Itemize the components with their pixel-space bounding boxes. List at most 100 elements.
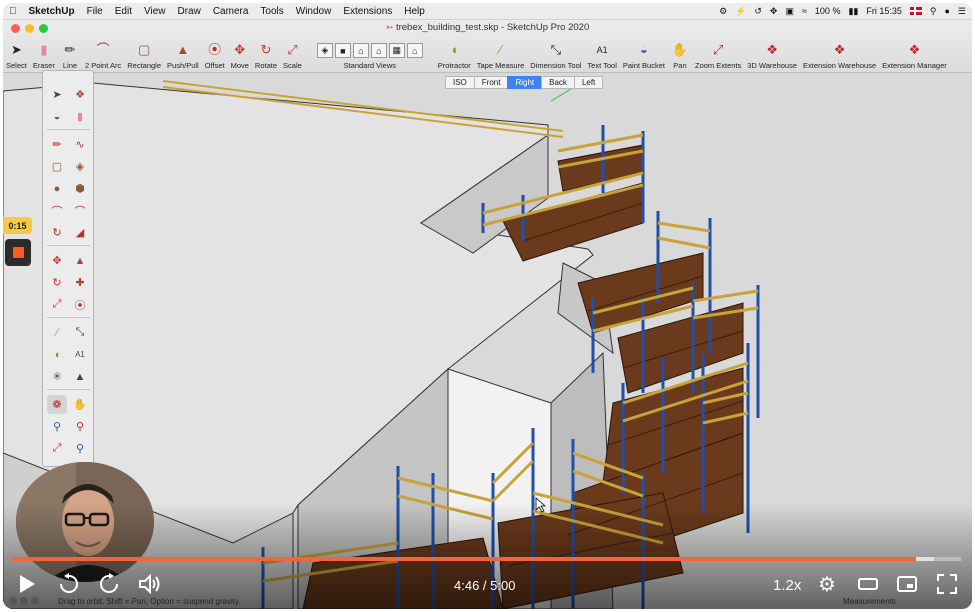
tab-iso[interactable]: ISO	[445, 76, 475, 89]
view-front-icon[interactable]: ⌂	[352, 43, 369, 58]
rotated-rectangle-icon[interactable]: ◈	[70, 157, 90, 176]
tab-front[interactable]: Front	[473, 76, 509, 89]
rotate-icon[interactable]: ↻	[47, 273, 67, 292]
tool-paint-bucket[interactable]: ◒ Paint Bucket	[620, 38, 668, 70]
view-back-icon[interactable]: ▦	[388, 43, 405, 58]
polygon-icon[interactable]: ⬢	[70, 179, 90, 198]
tab-right[interactable]: Right	[507, 76, 543, 89]
tool-push-pull[interactable]: ▲ Push/Pull	[164, 38, 202, 70]
search-icon[interactable]: ⚲	[930, 6, 937, 17]
forward-5-button[interactable]	[96, 571, 122, 597]
volume-button[interactable]	[137, 571, 163, 597]
protractor-icon[interactable]: ◖	[47, 345, 67, 364]
push-pull-icon[interactable]: ▲	[70, 251, 90, 270]
three-point-arc-icon[interactable]: ↻	[47, 223, 67, 242]
dimension-icon[interactable]: ⤡	[70, 323, 90, 342]
paint-bucket-icon[interactable]: ◒	[47, 107, 67, 126]
tool-select[interactable]: ➤ Select	[3, 38, 30, 70]
select-icon[interactable]: ➤	[47, 85, 67, 104]
offset-icon[interactable]: ⦿	[70, 295, 90, 314]
tool-extension-warehouse[interactable]: ❖ Extension Warehouse	[800, 38, 879, 70]
menu-help[interactable]: Help	[398, 6, 431, 17]
tool-palette[interactable]: ➤ ❖ ◒ ▮ ✏ ∿ ▢ ◈ ● ⬢ ⌒ ⌒ ↻ ◢ ✥ ▲ ↻ ✚ ⤢ ⦿ …	[42, 70, 94, 467]
tab-back[interactable]: Back	[541, 76, 575, 89]
view-right-icon[interactable]: ⌂	[370, 43, 387, 58]
zoom-extents-icon[interactable]: ⤢	[47, 439, 67, 458]
gear-icon[interactable]: ⚙	[719, 6, 727, 17]
freehand-icon[interactable]: ∿	[70, 135, 90, 154]
info-icon[interactable]	[20, 597, 28, 605]
history-icon[interactable]: ↺	[754, 6, 762, 17]
tool-rectangle[interactable]: ▢ Rectangle	[124, 38, 164, 70]
tab-left[interactable]: Left	[573, 76, 604, 89]
fullscreen-button[interactable]	[934, 571, 960, 597]
tool-line[interactable]: ✏ Line	[58, 38, 82, 70]
menu-view[interactable]: View	[138, 6, 172, 17]
progress-played[interactable]	[12, 557, 916, 561]
view-iso-icon[interactable]: ◈	[316, 43, 333, 58]
geo-location-icon[interactable]	[9, 597, 17, 605]
rewind-5-button[interactable]	[56, 571, 82, 597]
settings-button[interactable]: ⚙	[814, 571, 840, 597]
menu-window[interactable]: Window	[290, 6, 338, 17]
tool-scale[interactable]: ⤢ Scale	[280, 38, 305, 70]
make-component-icon[interactable]: ❖	[70, 85, 90, 104]
menu-camera[interactable]: Camera	[207, 6, 255, 17]
tool-2-point-arc[interactable]: ⌒ 2 Point Arc	[82, 38, 124, 70]
tool-rotate[interactable]: ↻ Rotate	[252, 38, 280, 70]
zoom-window-icon[interactable]: ⚲	[70, 417, 90, 436]
tape-measure-icon[interactable]: ∕	[47, 323, 67, 342]
play-button[interactable]	[13, 571, 41, 597]
input-source-flag-icon[interactable]	[909, 7, 922, 15]
menu-file[interactable]: File	[81, 6, 109, 17]
move-icon[interactable]: ✥	[47, 251, 67, 270]
tool-pan[interactable]: ✋ Pan	[668, 38, 692, 70]
pie-icon[interactable]: ◢	[70, 223, 90, 242]
apple-menu-icon[interactable]: 	[3, 6, 23, 17]
move-icon[interactable]: ✥	[770, 6, 778, 17]
menu-app-name[interactable]: SketchUp	[23, 6, 81, 17]
siri-icon[interactable]: ●	[944, 6, 949, 16]
user-icon[interactable]	[31, 597, 39, 605]
battery-icon[interactable]: ▮▮	[848, 6, 858, 17]
axes-icon[interactable]: ✳	[47, 367, 67, 386]
menu-tools[interactable]: Tools	[254, 6, 289, 17]
circle-icon[interactable]: ●	[47, 179, 67, 198]
text-tool-icon[interactable]: A1	[70, 345, 90, 364]
tool-3d-warehouse[interactable]: ❖ 3D Warehouse	[744, 38, 800, 70]
bolt-icon[interactable]: ⚡	[735, 6, 746, 17]
pan-hand-icon[interactable]: ✋	[70, 395, 90, 414]
tool-dimension[interactable]: ⤡ Dimension Tool	[527, 38, 584, 70]
wifi-icon[interactable]: ≈	[802, 6, 807, 16]
view-top-icon[interactable]: ■	[334, 43, 351, 58]
view-left-icon[interactable]: ⌂	[406, 43, 423, 58]
clock[interactable]: Fri 15:35	[866, 6, 902, 16]
theater-mode-button[interactable]	[855, 571, 881, 597]
tool-text[interactable]: A1 Text Tool	[584, 38, 619, 70]
tool-extension-manager[interactable]: ❖ Extension Manager	[879, 38, 950, 70]
scale-icon[interactable]: ⤢	[47, 295, 67, 314]
tool-protractor[interactable]: ◖ Protractor	[435, 38, 474, 70]
line-icon[interactable]: ✏	[47, 135, 67, 154]
tool-eraser[interactable]: ▮ Eraser	[30, 38, 58, 70]
tool-tape-measure[interactable]: ∕ Tape Measure	[474, 38, 528, 70]
orbit-icon[interactable]: ❁	[47, 395, 67, 414]
rectangle-icon[interactable]: ▢	[47, 157, 67, 176]
tool-offset[interactable]: ⦿ Offset	[202, 38, 228, 70]
section-plane-icon[interactable]: ▲	[70, 367, 90, 386]
menu-edit[interactable]: Edit	[109, 6, 138, 17]
follow-me-icon[interactable]: ✚	[70, 273, 90, 292]
tool-zoom-extents[interactable]: ⤢ Zoom Extents	[692, 38, 744, 70]
control-center-icon[interactable]: ☰	[958, 6, 966, 17]
display-icon[interactable]: ▣	[785, 6, 794, 17]
menu-extensions[interactable]: Extensions	[337, 6, 398, 17]
eraser-icon[interactable]: ▮	[70, 107, 90, 126]
two-point-arc-icon[interactable]: ⌒	[70, 201, 90, 220]
zoom-icon[interactable]: ⚲	[47, 417, 67, 436]
arc-icon[interactable]: ⌒	[47, 201, 67, 220]
stop-recording-button[interactable]	[5, 239, 31, 266]
tool-move[interactable]: ✥ Move	[228, 38, 252, 70]
previous-view-icon[interactable]: ⚲	[70, 439, 90, 458]
menu-draw[interactable]: Draw	[171, 6, 206, 17]
miniplayer-button[interactable]	[894, 571, 920, 597]
